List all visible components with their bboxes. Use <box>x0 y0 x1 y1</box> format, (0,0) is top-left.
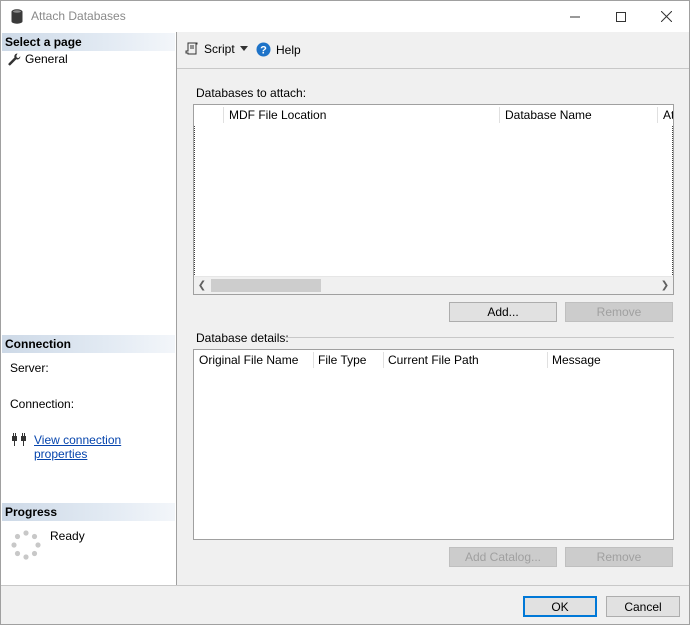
column-current-file-path[interactable]: Current File Path <box>388 353 479 367</box>
scroll-right-arrow-icon[interactable]: ❯ <box>658 279 672 292</box>
connection-label: Connection: <box>10 397 75 411</box>
svg-text:?: ? <box>260 45 267 57</box>
column-message[interactable]: Message <box>552 353 601 367</box>
ok-button[interactable]: OK <box>523 596 597 617</box>
minimize-button[interactable] <box>552 1 598 32</box>
script-button[interactable]: Script <box>185 42 235 56</box>
remove-attach-button[interactable]: Remove <box>565 302 673 322</box>
right-pane: Script ? Help Databases to attach: MDF F… <box>177 32 689 585</box>
script-dropdown-icon[interactable] <box>240 46 248 51</box>
column-attach-as[interactable]: At <box>663 108 673 122</box>
column-separator <box>223 107 224 123</box>
page-item-general[interactable]: General <box>8 51 68 67</box>
window-title: Attach Databases <box>31 9 126 23</box>
toolbar: Script ? Help <box>177 32 689 69</box>
remove-details-button[interactable]: Remove <box>565 547 673 567</box>
view-connection-properties-link[interactable]: View connection properties <box>34 433 176 461</box>
help-icon: ? <box>256 42 271 57</box>
progress-status: Ready <box>50 529 85 543</box>
left-pane: Select a page General Connection Server:… <box>1 32 177 585</box>
connection-header: Connection <box>2 335 175 353</box>
add-button[interactable]: Add... <box>449 302 557 322</box>
details-divider <box>285 337 674 338</box>
progress-header: Progress <box>2 503 175 521</box>
column-original-file-name[interactable]: Original File Name <box>199 353 298 367</box>
database-details-grid[interactable]: Original File Name File Type Current Fil… <box>193 349 674 540</box>
close-icon <box>660 11 672 22</box>
wrench-icon <box>8 52 21 65</box>
cancel-button[interactable]: Cancel <box>606 596 680 617</box>
select-page-header: Select a page <box>2 33 175 51</box>
title-bar: Attach Databases <box>1 1 689 32</box>
progress-spinner-icon <box>11 530 41 560</box>
maximize-button[interactable] <box>598 1 644 32</box>
database-icon <box>11 9 23 24</box>
add-catalog-button[interactable]: Add Catalog... <box>449 547 557 567</box>
page-item-label: General <box>25 52 68 66</box>
column-file-type[interactable]: File Type <box>318 353 366 367</box>
column-separator <box>313 352 314 368</box>
scroll-left-arrow-icon[interactable]: ❮ <box>195 279 209 292</box>
attach-databases-dialog: Attach Databases Select a page General C… <box>0 0 690 625</box>
connection-properties-icon <box>12 433 26 446</box>
attach-grid-header: MDF File Location Database Name At <box>194 105 673 125</box>
script-label: Script <box>204 42 235 56</box>
minimize-icon <box>570 16 580 17</box>
maximize-icon <box>616 11 626 22</box>
column-separator <box>547 352 548 368</box>
server-label: Server: <box>10 361 49 375</box>
column-mdf-file-location[interactable]: MDF File Location <box>229 108 326 122</box>
databases-to-attach-label: Databases to attach: <box>196 86 307 100</box>
column-database-name[interactable]: Database Name <box>505 108 592 122</box>
column-separator <box>657 107 658 123</box>
help-label: Help <box>276 42 301 57</box>
script-icon <box>185 42 198 55</box>
details-grid-header: Original File Name File Type Current Fil… <box>194 350 673 370</box>
help-button[interactable]: ? Help <box>256 42 301 57</box>
close-button[interactable] <box>643 1 689 32</box>
grid-focus-rect <box>194 105 673 277</box>
column-separator <box>499 107 500 123</box>
attach-grid-hscrollbar[interactable]: ❮ ❯ <box>194 276 673 294</box>
scroll-thumb[interactable] <box>211 279 321 292</box>
databases-to-attach-grid[interactable]: MDF File Location Database Name At ❮ ❯ <box>193 104 674 295</box>
column-separator <box>383 352 384 368</box>
database-details-label: Database details: <box>196 331 289 345</box>
dialog-footer: OK Cancel <box>1 585 689 624</box>
